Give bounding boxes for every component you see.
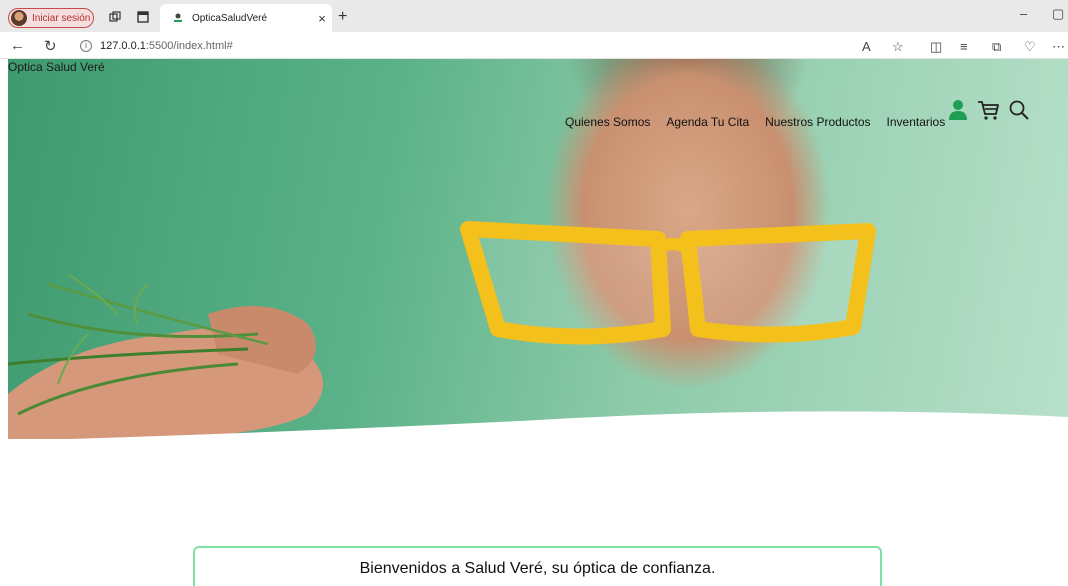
site-brand[interactable]: Optica Salud Veré (8, 60, 105, 74)
profile-button[interactable]: Iniciar sesión (8, 8, 94, 28)
read-aloud-icon[interactable]: A (862, 39, 871, 54)
site-favicon-icon (174, 13, 182, 22)
collections-icon[interactable]: ⧉ (992, 39, 1001, 55)
new-tab-icon[interactable]: + (338, 8, 347, 26)
favorites-list-icon[interactable]: ≡ (960, 39, 968, 54)
tab-title: OpticaSaludVeré (192, 12, 268, 24)
cart-icon[interactable] (976, 99, 1000, 121)
main-nav: Quienes Somos Agenda Tu Cita Nuestros Pr… (565, 115, 945, 129)
profile-label: Iniciar sesión (32, 12, 91, 24)
hero-wave-divider (0, 411, 1068, 449)
nav-quienes-somos[interactable]: Quienes Somos (565, 115, 650, 129)
more-menu-icon[interactable]: ⋯ (1052, 39, 1065, 55)
nav-inventarios[interactable]: Inventarios (887, 115, 946, 129)
tab-actions-icon[interactable] (134, 8, 152, 26)
search-icon[interactable] (1008, 99, 1030, 121)
yellow-glasses-image (460, 221, 876, 345)
header-icons (948, 99, 1030, 121)
favorite-star-icon[interactable]: ☆ (892, 39, 904, 55)
url-text: 127.0.0.1:5500/index.html# (100, 39, 233, 52)
minimize-icon[interactable]: – (1020, 6, 1027, 21)
web-page: Optica Salud Veré Quienes Somos Agenda T… (0, 59, 1068, 586)
url-field[interactable]: i 127.0.0.1:5500/index.html# (80, 35, 860, 56)
user-icon[interactable] (948, 99, 968, 121)
avatar (11, 10, 27, 26)
site-info-icon[interactable]: i (80, 39, 92, 52)
address-bar: ← ↻ i 127.0.0.1:5500/index.html# A ☆ ◫ ≡… (0, 32, 1068, 59)
browser-tabbar: Iniciar sesión OpticaSaludVeré × + – ▢ (0, 0, 1068, 32)
welcome-card: Bienvenidos a Salud Veré, su óptica de c… (193, 546, 882, 586)
nav-agenda-tu-cita[interactable]: Agenda Tu Cita (666, 115, 749, 129)
workspaces-icon[interactable] (106, 8, 124, 26)
close-tab-icon[interactable]: × (312, 11, 332, 26)
maximize-icon[interactable]: ▢ (1052, 6, 1064, 22)
back-icon[interactable]: ← (10, 37, 25, 54)
tab-active[interactable]: OpticaSaludVeré × (160, 4, 332, 32)
browser-essentials-icon[interactable]: ♡ (1024, 39, 1036, 55)
refresh-icon[interactable]: ↻ (44, 37, 57, 55)
welcome-text: Bienvenidos a Salud Veré, su óptica de c… (359, 560, 716, 577)
split-screen-icon[interactable]: ◫ (930, 39, 942, 55)
nav-nuestros-productos[interactable]: Nuestros Productos (765, 115, 870, 129)
